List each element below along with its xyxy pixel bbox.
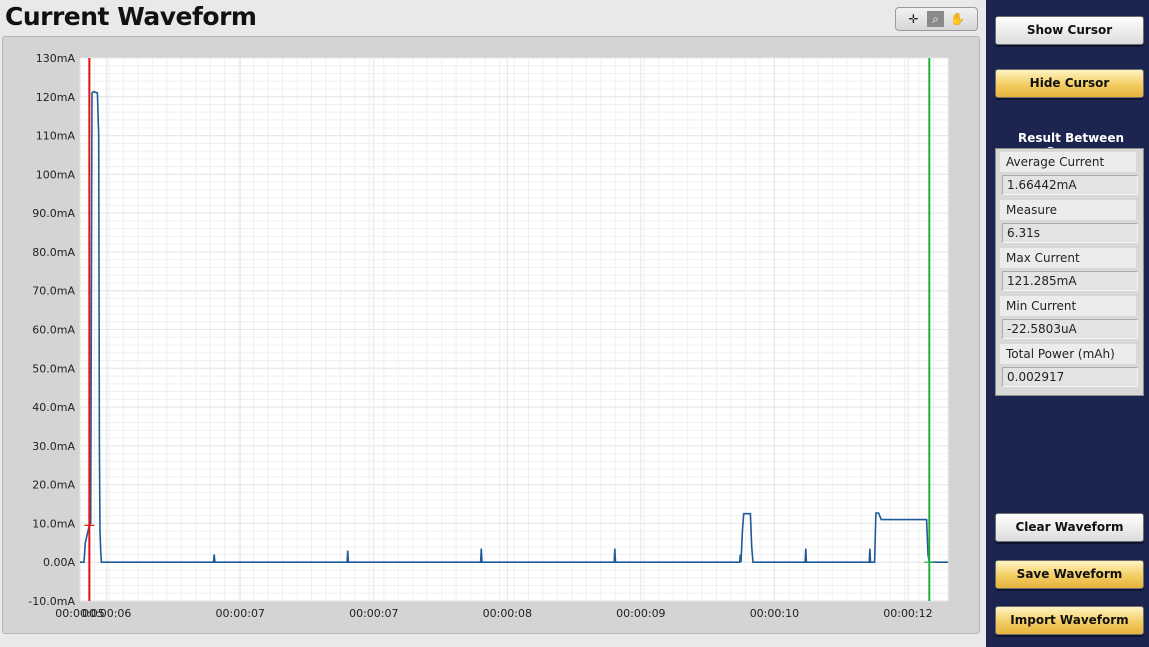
page-title: Current Waveform [5, 2, 257, 31]
measure-value: 6.31s [1002, 223, 1138, 243]
total-power-value: 0.002917 [1002, 367, 1138, 387]
show-cursor-button[interactable]: Show Cursor [995, 16, 1144, 45]
y-tick-label: 40.0mA [32, 401, 75, 414]
crosshair-icon[interactable]: ✛ [905, 11, 922, 27]
sidebar: Show Cursor Hide Cursor Result Between C… [986, 0, 1149, 647]
y-tick-label: 10.0mA [32, 517, 75, 530]
y-tick-label: 30.0mA [32, 440, 75, 453]
hide-cursor-button[interactable]: Hide Cursor [995, 69, 1144, 98]
x-tick-label: 00:00:08 [483, 607, 532, 620]
max-current-label: Max Current [1000, 248, 1136, 268]
results-panel: Average Current 1.66442mA Measure 6.31s … [995, 148, 1144, 396]
x-tick-label: 00:00:07 [216, 607, 265, 620]
import-waveform-button[interactable]: Import Waveform [995, 606, 1144, 635]
y-tick-label: 70.0mA [32, 285, 75, 298]
total-power-label: Total Power (mAh) [1000, 344, 1136, 364]
x-tick-label: 00:00:10 [750, 607, 799, 620]
y-tick-label: 80.0mA [32, 246, 75, 259]
max-current-value: 121.285mA [1002, 271, 1138, 291]
y-tick-label: 20.0mA [32, 479, 75, 492]
y-tick-label: 60.0mA [32, 324, 75, 337]
average-current-value: 1.66442mA [1002, 175, 1138, 195]
x-tick-label: 00:00:07 [349, 607, 398, 620]
save-waveform-button[interactable]: Save Waveform [995, 560, 1144, 589]
average-current-label: Average Current [1000, 152, 1136, 172]
x-tick-label: 00:00:12 [883, 607, 932, 620]
y-tick-label: 90.0mA [32, 207, 75, 220]
clear-waveform-button[interactable]: Clear Waveform [995, 513, 1144, 542]
current-waveform-chart[interactable]: -10.0mA0.00A10.0mA20.0mA30.0mA40.0mA50.0… [3, 37, 979, 633]
y-tick-label: 120mA [36, 91, 76, 104]
y-tick-label: 50.0mA [32, 362, 75, 375]
plot-frame: -10.0mA 0.00A 10.0mA 20.0mA 30.0mA 40.0mA 50.0… [2, 36, 980, 634]
min-current-value: -22.5803uA [1002, 319, 1138, 339]
measure-label: Measure [1000, 200, 1136, 220]
y-tick-label: 0.00A [43, 556, 75, 569]
hand-pan-icon[interactable]: ✋ [949, 11, 966, 27]
y-tick-label: 100mA [36, 168, 76, 181]
y-tick-label: 110mA [36, 130, 76, 143]
y-tick-label: 130mA [36, 52, 76, 65]
x-tick-label: 00:00:09 [616, 607, 665, 620]
zoom-icon[interactable]: ⌕ [927, 11, 944, 27]
x-tick-label: 00:00:06 [82, 607, 131, 620]
min-current-label: Min Current [1000, 296, 1136, 316]
graph-palette: ✛ ⌕ ✋ [895, 7, 978, 31]
waveform-panel: Current Waveform ✛ ⌕ ✋ -10.0mA 0.00A 10.0m… [0, 0, 986, 647]
